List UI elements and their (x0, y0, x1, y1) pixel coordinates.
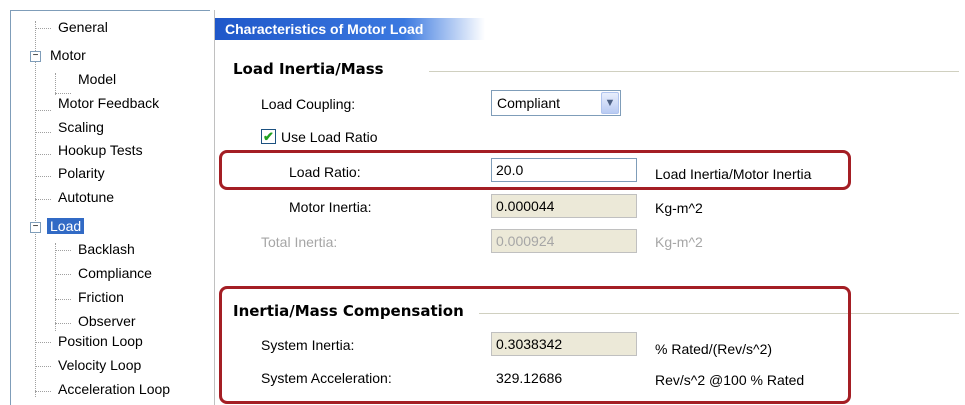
tree-item-general[interactable]: General (55, 17, 111, 38)
tree-item-backlash[interactable]: Backlash (75, 239, 138, 260)
collapse-motor-icon[interactable]: − (30, 51, 41, 62)
panel-title: Characteristics of Motor Load (225, 21, 424, 37)
total-inertia-units: Kg-m^2 (655, 234, 703, 250)
motor-load-panel: Characteristics of Motor Load Load Inert… (214, 10, 965, 405)
use-load-ratio-checkbox[interactable]: ✔ (261, 129, 276, 144)
tree-item-load[interactable]: Load (47, 216, 85, 237)
chevron-down-icon[interactable]: ▼ (601, 92, 619, 114)
tree-item-compliance[interactable]: Compliance (75, 263, 155, 284)
tree-item-model[interactable]: Model (75, 69, 119, 90)
load-inertia-group-title: Load Inertia/Mass (233, 60, 384, 78)
tree-item-acceleration-loop[interactable]: Acceleration Loop (55, 379, 173, 400)
use-load-ratio-label: Use Load Ratio (281, 129, 378, 145)
collapse-load-icon[interactable]: − (30, 222, 41, 233)
tree-item-motor[interactable]: Motor (47, 45, 89, 66)
tree-connector (35, 21, 36, 397)
tree-item-friction[interactable]: Friction (75, 287, 127, 308)
load-coupling-label: Load Coupling: (261, 96, 356, 112)
tree-item-position-loop[interactable]: Position Loop (55, 331, 146, 352)
compensation-highlight-box (219, 286, 851, 404)
tree-item-velocity-loop[interactable]: Velocity Loop (55, 355, 144, 376)
navigation-tree: − − General Motor Model Motor Feedback S… (10, 10, 210, 405)
load-coupling-select[interactable]: Compliant ▼ (491, 90, 621, 116)
total-inertia-value: 0.000924 (491, 229, 637, 253)
motor-inertia-value: 0.000044 (491, 194, 637, 218)
motor-inertia-label: Motor Inertia: (289, 199, 372, 215)
tree-item-autotune[interactable]: Autotune (55, 187, 117, 208)
tree-item-scaling[interactable]: Scaling (55, 117, 107, 138)
tree-connector (55, 73, 56, 95)
load-ratio-highlight-box (219, 150, 851, 190)
tree-item-motor-feedback[interactable]: Motor Feedback (55, 93, 162, 114)
load-coupling-value: Compliant (497, 95, 561, 111)
tree-item-hookup-tests[interactable]: Hookup Tests (55, 140, 146, 161)
tree-item-observer[interactable]: Observer (75, 311, 139, 332)
tree-item-polarity[interactable]: Polarity (55, 163, 108, 184)
group-divider (429, 71, 959, 72)
motor-inertia-units: Kg-m^2 (655, 200, 703, 216)
tree-connector (55, 243, 56, 331)
total-inertia-label: Total Inertia: (261, 234, 338, 250)
